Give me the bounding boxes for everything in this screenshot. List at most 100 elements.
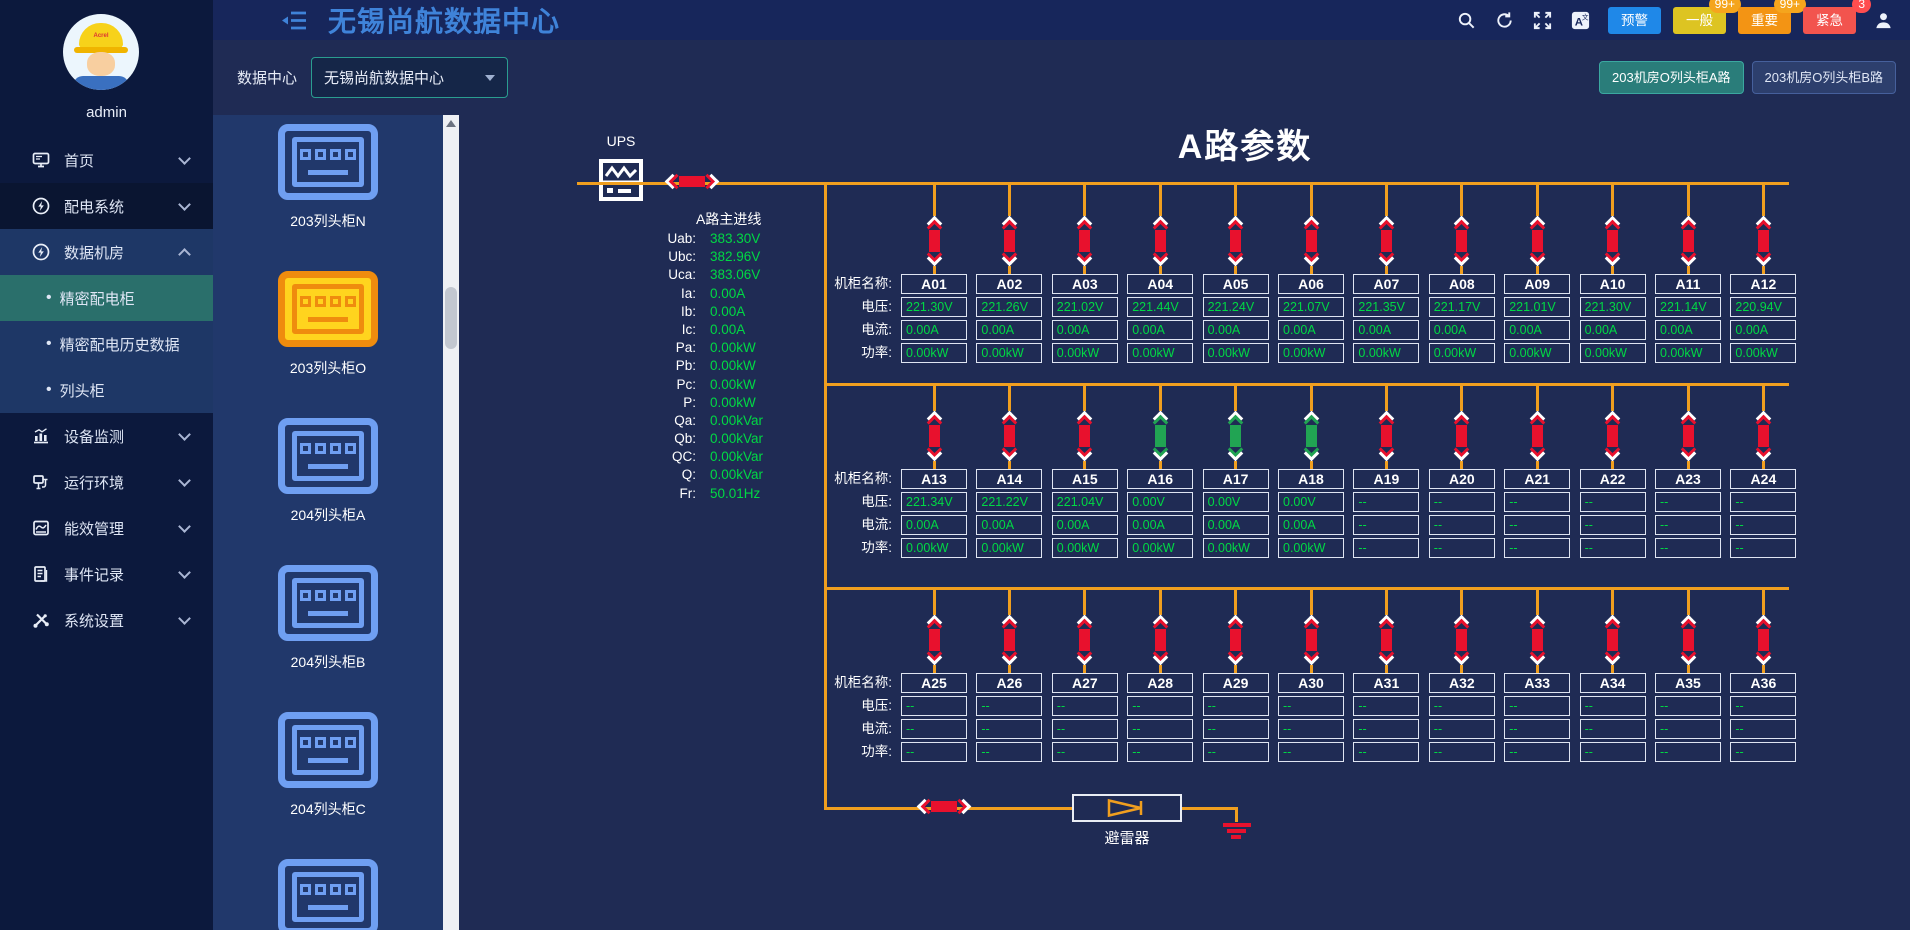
datacenter-select[interactable]: 无锡尚航数据中心 xyxy=(311,57,508,98)
route-a-button[interactable]: 203机房O列头柜A路 xyxy=(1599,61,1743,94)
current-value: -- xyxy=(1353,719,1419,739)
sidebar-item-energy[interactable]: 能效管理 xyxy=(0,505,213,551)
cabinet-list-item[interactable]: 204列头柜B xyxy=(278,565,378,672)
sidebar-item-label: 设备监测 xyxy=(64,426,180,447)
sidebar-item-row-cabinet[interactable]: •列头柜 xyxy=(0,367,213,413)
sidebar-submenu: •精密配电柜•精密配电历史数据•列头柜 xyxy=(0,275,213,413)
branch-line xyxy=(1762,383,1765,411)
voltage-value: 0.00V xyxy=(1203,492,1269,512)
breaker-icon xyxy=(1230,615,1241,665)
sidebar: Acrel admin 首页配电系统数据机房•精密配电柜•精密配电历史数据•列头… xyxy=(0,0,213,930)
sidebar-item-home[interactable]: 首页 xyxy=(0,137,213,183)
power-value: 0.00kW xyxy=(1052,538,1118,558)
branch-row: 机柜名称:电压:电流:功率:A01221.30V0.00A0.00kWA0222… xyxy=(459,182,1910,382)
breaker-icon xyxy=(1456,216,1467,266)
branch-line xyxy=(1536,266,1539,274)
breaker-icon xyxy=(1155,216,1166,266)
alarm-button[interactable]: 紧急 xyxy=(1803,7,1856,34)
fullscreen-icon[interactable] xyxy=(1532,10,1553,31)
avatar[interactable]: Acrel xyxy=(63,14,139,90)
diagram-title: A路参数 xyxy=(1178,119,1313,168)
voltage-value: 221.04V xyxy=(1052,492,1118,512)
voltage-value: -- xyxy=(1504,696,1570,716)
branch-line xyxy=(1762,182,1765,216)
sidebar-item-events[interactable]: 事件记录 xyxy=(0,551,213,597)
sidebar-item-power-system[interactable]: 配电系统 xyxy=(0,183,213,229)
current-value: 0.00A xyxy=(976,515,1042,535)
branch-line xyxy=(1234,665,1237,673)
cabinet-table: A08221.17V0.00A0.00kW xyxy=(1429,274,1495,363)
alarm-button[interactable]: 预警 xyxy=(1608,7,1661,34)
cabinet-name: A36 xyxy=(1730,673,1796,693)
power-value: 0.00kW xyxy=(901,538,967,558)
current-value: 0.00A xyxy=(1353,320,1419,340)
current-value: -- xyxy=(1580,515,1646,535)
breaker-icon xyxy=(1306,615,1317,665)
voltage-value: -- xyxy=(1052,696,1118,716)
cabinet-list-item[interactable]: 204列头柜A xyxy=(278,418,378,525)
cabinet-list-item[interactable]: 203列头柜O xyxy=(278,271,378,378)
cabinet-list-item[interactable]: 204列头柜C xyxy=(278,712,378,819)
cabinet-branch: A170.00V0.00A0.00kW xyxy=(1199,383,1273,558)
voltage-value: -- xyxy=(1429,696,1495,716)
sidebar-item-device-monitor[interactable]: 设备监测 xyxy=(0,413,213,459)
sidebar-item-label: 精密配电柜 xyxy=(60,288,135,309)
power-value: -- xyxy=(1278,742,1344,762)
chevron-down-icon xyxy=(178,566,191,579)
row-label: 电压: xyxy=(739,297,892,317)
branch-line xyxy=(933,665,936,673)
route-b-button[interactable]: 203机房O列头柜B路 xyxy=(1752,61,1896,94)
scroll-up-icon[interactable] xyxy=(446,120,456,127)
menu-toggle-icon[interactable] xyxy=(281,9,308,32)
search-icon[interactable] xyxy=(1456,10,1477,31)
sidebar-item-environment[interactable]: 运行环境 xyxy=(0,459,213,505)
sidebar-item-settings[interactable]: 系统设置 xyxy=(0,597,213,643)
cabinet-table: A14221.22V0.00A0.00kW xyxy=(976,469,1042,558)
cabinet-name: A25 xyxy=(901,673,967,693)
row-labels: 机柜名称:电压:电流:功率: xyxy=(739,274,892,363)
sidebar-item-label: 运行环境 xyxy=(64,472,180,493)
branch-line xyxy=(1083,266,1086,274)
cabinet-table: A24------ xyxy=(1730,469,1796,558)
current-value: 0.00A xyxy=(1278,515,1344,535)
cabinet-name: A16 xyxy=(1127,469,1193,489)
breaker-icon xyxy=(1004,216,1015,266)
power-value: -- xyxy=(1655,742,1721,762)
cabinet-branch: A35------ xyxy=(1651,587,1725,762)
cabinet-name: A24 xyxy=(1730,469,1796,489)
refresh-icon[interactable] xyxy=(1494,10,1515,31)
current-value: 0.00A xyxy=(1580,320,1646,340)
cabinet-list-item[interactable]: 203列头柜N xyxy=(278,124,378,231)
cabinet-list-item[interactable] xyxy=(278,859,378,930)
current-value: -- xyxy=(1429,719,1495,739)
scrollbar-thumb[interactable] xyxy=(445,287,457,349)
current-value: -- xyxy=(1504,719,1570,739)
current-value: 0.00A xyxy=(1278,320,1344,340)
user-icon[interactable] xyxy=(1873,10,1894,31)
breaker-icon xyxy=(1683,615,1694,665)
power-value: 0.00kW xyxy=(1278,343,1344,363)
sidebar-item-precision-cabinet[interactable]: •精密配电柜 xyxy=(0,275,213,321)
sidebar-item-data-room[interactable]: 数据机房 xyxy=(0,229,213,275)
row-label: 电流: xyxy=(739,320,892,340)
alarm-badge: 99+ xyxy=(1709,0,1741,13)
ground-icon xyxy=(1235,807,1238,822)
current-value: -- xyxy=(1730,719,1796,739)
cabinet-table: A36------ xyxy=(1730,673,1796,762)
branch-line xyxy=(933,461,936,469)
branch-line xyxy=(1536,587,1539,615)
sidebar-item-precision-history[interactable]: •精密配电历史数据 xyxy=(0,321,213,367)
cabinet-name: A27 xyxy=(1052,673,1118,693)
row-label: 电压: xyxy=(739,492,892,512)
scrollbar[interactable] xyxy=(443,115,459,930)
breaker-icon xyxy=(1004,615,1015,665)
row-label: 功率: xyxy=(739,742,892,762)
branch-line xyxy=(933,182,936,216)
voltage-value: -- xyxy=(1353,492,1419,512)
cabinet-list-panel: 203列头柜N 203列头柜O 204列头柜A 204列头柜B 204列头柜C xyxy=(213,115,443,930)
translate-icon[interactable]: A文 xyxy=(1570,10,1591,31)
breaker-icon xyxy=(929,216,940,266)
settings-icon xyxy=(31,610,51,630)
branch-line xyxy=(1385,383,1388,411)
branch-line xyxy=(1008,383,1011,411)
